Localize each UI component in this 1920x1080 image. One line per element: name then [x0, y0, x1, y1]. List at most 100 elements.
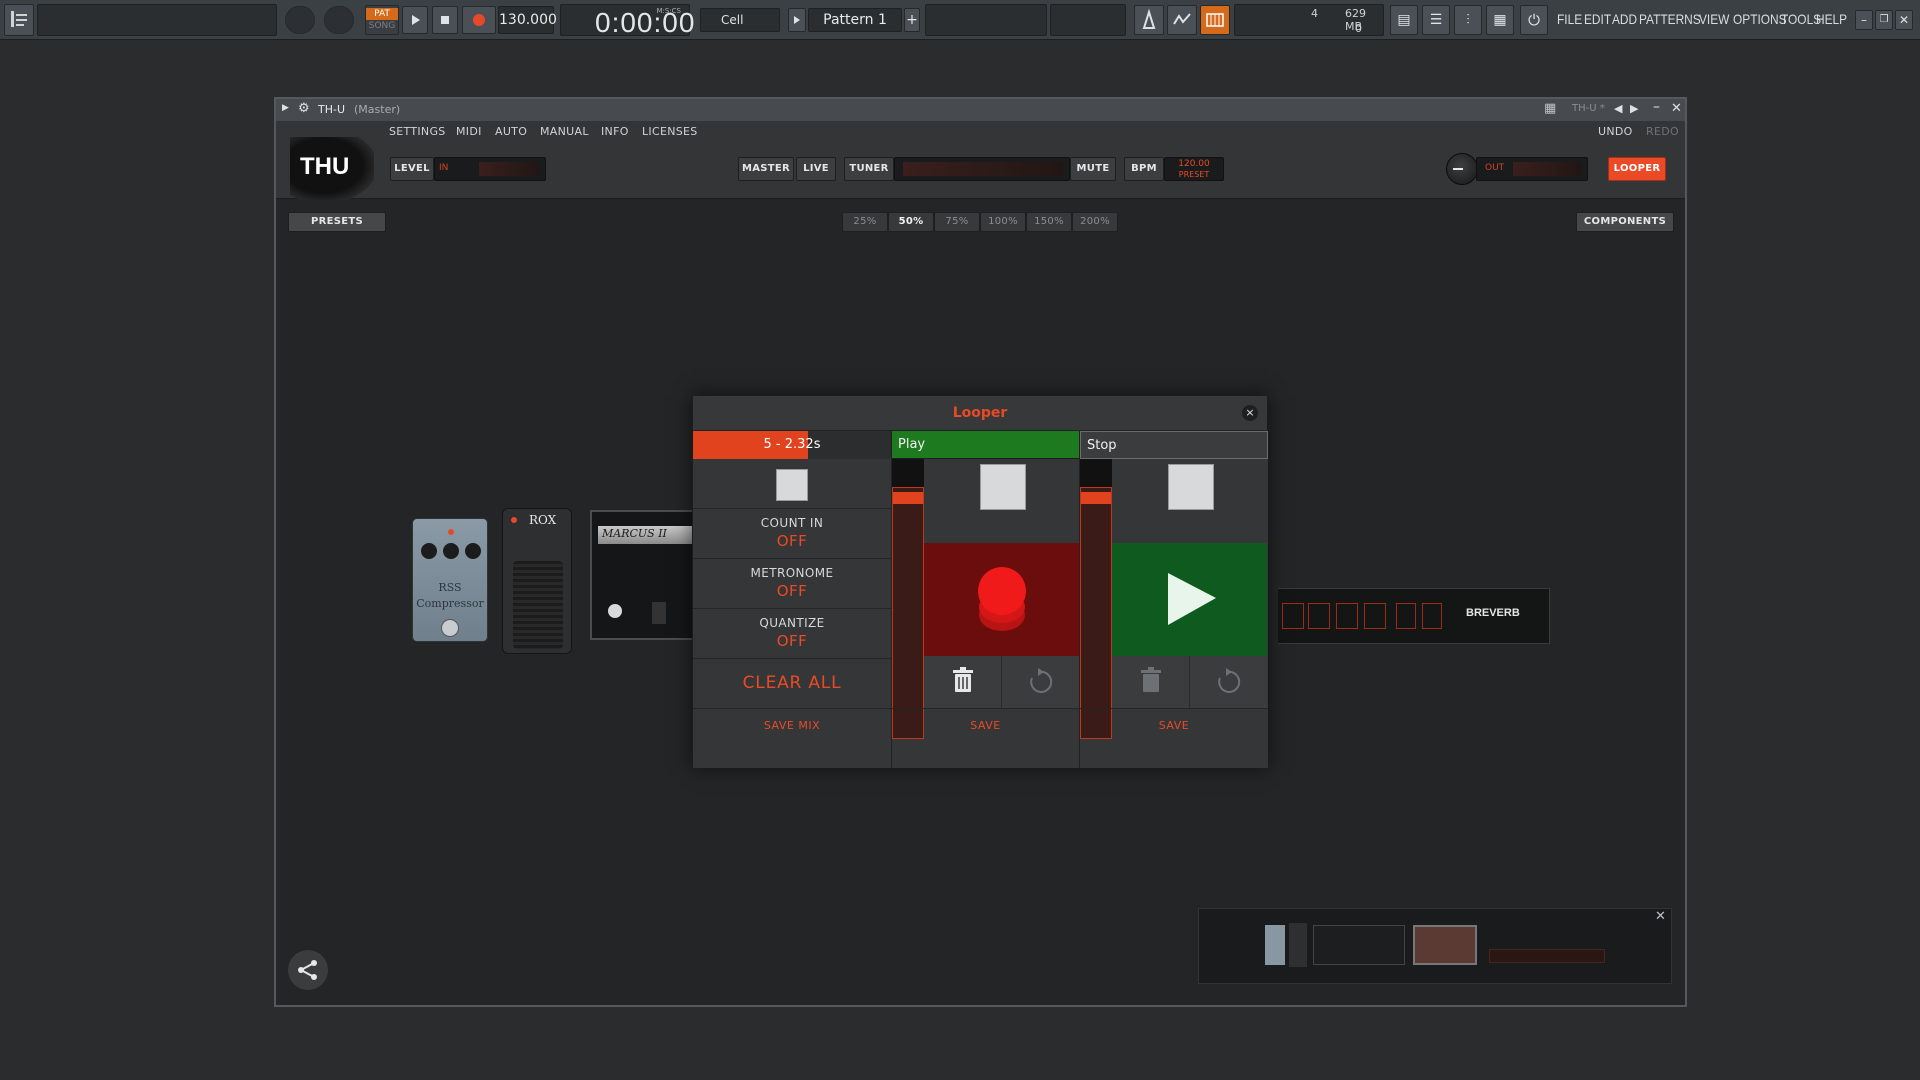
close-window-icon[interactable]: ✕	[1671, 101, 1682, 116]
channel-rack-button[interactable]: ☰	[1422, 5, 1450, 35]
footswitch[interactable]	[441, 619, 459, 637]
record-button[interactable]	[462, 6, 496, 34]
menu-add[interactable]: ADD	[1612, 11, 1637, 27]
menu-help[interactable]: HELP	[1816, 11, 1847, 27]
reverb-knob-3[interactable]	[1336, 603, 1358, 629]
stop-button[interactable]	[432, 6, 458, 34]
menu-edit[interactable]: EDIT	[1584, 11, 1611, 27]
pat-song-toggle[interactable]: PAT SONG	[365, 5, 399, 35]
menu-file[interactable]: FILE	[1557, 11, 1582, 27]
wah-treadle[interactable]	[513, 561, 563, 649]
quantize-toggle[interactable]: QUANTIZE OFF	[693, 608, 891, 658]
count-in-toggle[interactable]: COUNT IN OFF	[693, 508, 891, 558]
reverb-knob-2[interactable]	[1308, 603, 1330, 629]
track-1-stop-button[interactable]	[980, 464, 1026, 510]
tuner-button[interactable]: TUNER	[844, 157, 894, 181]
master-pitch-knob[interactable]	[324, 6, 354, 34]
reverb-knob-5[interactable]	[1396, 603, 1416, 629]
output-knob[interactable]	[1446, 153, 1478, 185]
close-overview-icon[interactable]: ✕	[1655, 909, 1666, 924]
close-app-button[interactable]: ✕	[1895, 10, 1913, 30]
master-volume-knob[interactable]	[285, 6, 315, 34]
gear-icon[interactable]: ⚙	[298, 101, 310, 116]
components-button[interactable]: COMPONENTS	[1576, 212, 1674, 232]
menu-info[interactable]: INFO	[601, 125, 629, 138]
sustain-knob[interactable]	[421, 543, 437, 559]
reverb-knob-1[interactable]	[1282, 603, 1304, 629]
bpm-button[interactable]: BPM	[1124, 157, 1164, 181]
track-2-save-button[interactable]: SAVE	[1080, 719, 1268, 732]
comp-level-knob[interactable]	[465, 543, 481, 559]
fl-main-menu-button[interactable]	[4, 4, 34, 36]
menu-manual[interactable]: MANUAL	[540, 125, 589, 138]
bpm-display[interactable]: 120.00 PRESET	[1164, 157, 1224, 181]
zoom-25[interactable]: 25%	[842, 212, 888, 232]
track-1-undo-button[interactable]	[1002, 656, 1079, 708]
menu-options[interactable]: OPTIONS	[1733, 11, 1787, 27]
track-2-fader-handle[interactable]	[1081, 492, 1111, 504]
clear-all-button[interactable]: CLEAR ALL	[693, 658, 891, 708]
collapse-arrow-icon[interactable]: ▶	[282, 103, 289, 113]
time-display[interactable]: 0:00:00 M:S:CS	[560, 4, 694, 38]
tempo-display[interactable]: 130.000	[498, 6, 557, 34]
track-2-play-button[interactable]	[1112, 543, 1267, 656]
zoom-200[interactable]: 200%	[1072, 212, 1118, 232]
master-button[interactable]: MASTER	[738, 157, 794, 181]
wait-input-button[interactable]	[1167, 5, 1197, 35]
zoom-100[interactable]: 100%	[980, 212, 1026, 232]
metronome-toggle[interactable]: METRONOME OFF	[693, 558, 891, 608]
save-mix-button[interactable]: SAVE MIX	[693, 719, 891, 732]
compressor-pedal[interactable]: RSS Compressor	[412, 518, 488, 642]
grid-icon[interactable]: ▦	[1544, 101, 1556, 116]
zoom-50[interactable]: 50%	[888, 212, 934, 232]
snap-selector[interactable]: Cell	[700, 8, 780, 32]
pattern-selector[interactable]: Pattern 1	[808, 8, 902, 32]
menu-settings[interactable]: SETTINGS	[389, 125, 446, 138]
looper-close-button[interactable]: ×	[1242, 405, 1258, 421]
plugin-titlebar[interactable]: ▶ ⚙ TH-U (Master) ▦ TH-U * ◀ ▶ – ✕	[276, 99, 1685, 121]
mute-button[interactable]: MUTE	[1070, 157, 1116, 181]
piano-roll-button[interactable]: ▦	[1486, 5, 1514, 35]
reverb-rack[interactable]: BREVERB	[1278, 588, 1550, 644]
undo-button[interactable]: UNDO	[1598, 125, 1633, 138]
minimize-button[interactable]: –	[1855, 10, 1873, 30]
track-2-undo-button[interactable]	[1190, 656, 1267, 708]
next-preset-icon[interactable]: ▶	[1630, 102, 1638, 115]
zoom-150[interactable]: 150%	[1026, 212, 1072, 232]
reverb-knob-4[interactable]	[1364, 603, 1386, 629]
looper-button[interactable]: LOOPER	[1608, 157, 1666, 181]
menu-midi[interactable]: MIDI	[456, 125, 482, 138]
maximize-button[interactable]: ❐	[1875, 10, 1893, 30]
presets-button[interactable]: PRESETS	[288, 212, 386, 232]
reverb-knob-6[interactable]	[1422, 603, 1442, 629]
master-stop-button[interactable]	[776, 469, 808, 501]
menu-view[interactable]: VIEW	[1699, 11, 1729, 27]
menu-licenses[interactable]: LICENSES	[642, 125, 698, 138]
zoom-75[interactable]: 75%	[934, 212, 980, 232]
level-button[interactable]: LEVEL	[390, 157, 434, 181]
amp-switch[interactable]	[652, 602, 666, 624]
add-pattern-button[interactable]: +	[904, 8, 920, 32]
track-1-record-button[interactable]	[924, 543, 1079, 656]
share-button[interactable]	[288, 950, 328, 990]
amp-input-jack[interactable]	[608, 604, 622, 618]
typing-keyboard-button[interactable]	[1200, 5, 1230, 35]
preset-name[interactable]: TH-U *	[1572, 103, 1605, 114]
menu-patterns[interactable]: PATTERNS	[1639, 11, 1701, 27]
live-button[interactable]: LIVE	[796, 157, 836, 181]
wah-pedal[interactable]: ROX	[502, 508, 572, 654]
release-knob[interactable]	[443, 543, 459, 559]
refresh-button[interactable]: ⏻	[1520, 5, 1548, 35]
track-1-volume-fader[interactable]	[892, 487, 924, 739]
pattern-prev-button[interactable]	[788, 8, 806, 32]
minimize-window-icon[interactable]: –	[1653, 99, 1660, 115]
track-1-delete-button[interactable]	[924, 656, 1002, 708]
metronome-button[interactable]	[1134, 5, 1164, 35]
redo-button[interactable]: REDO	[1646, 125, 1679, 138]
track-1-save-button[interactable]: SAVE	[892, 719, 1079, 732]
amp-head[interactable]: MARCUS II	[590, 510, 696, 640]
prev-preset-icon[interactable]: ◀	[1614, 102, 1622, 115]
track-2-delete-button[interactable]	[1112, 656, 1190, 708]
track-2-stop-button[interactable]	[1168, 464, 1214, 510]
mixer-button[interactable]: ⫶	[1454, 5, 1482, 35]
